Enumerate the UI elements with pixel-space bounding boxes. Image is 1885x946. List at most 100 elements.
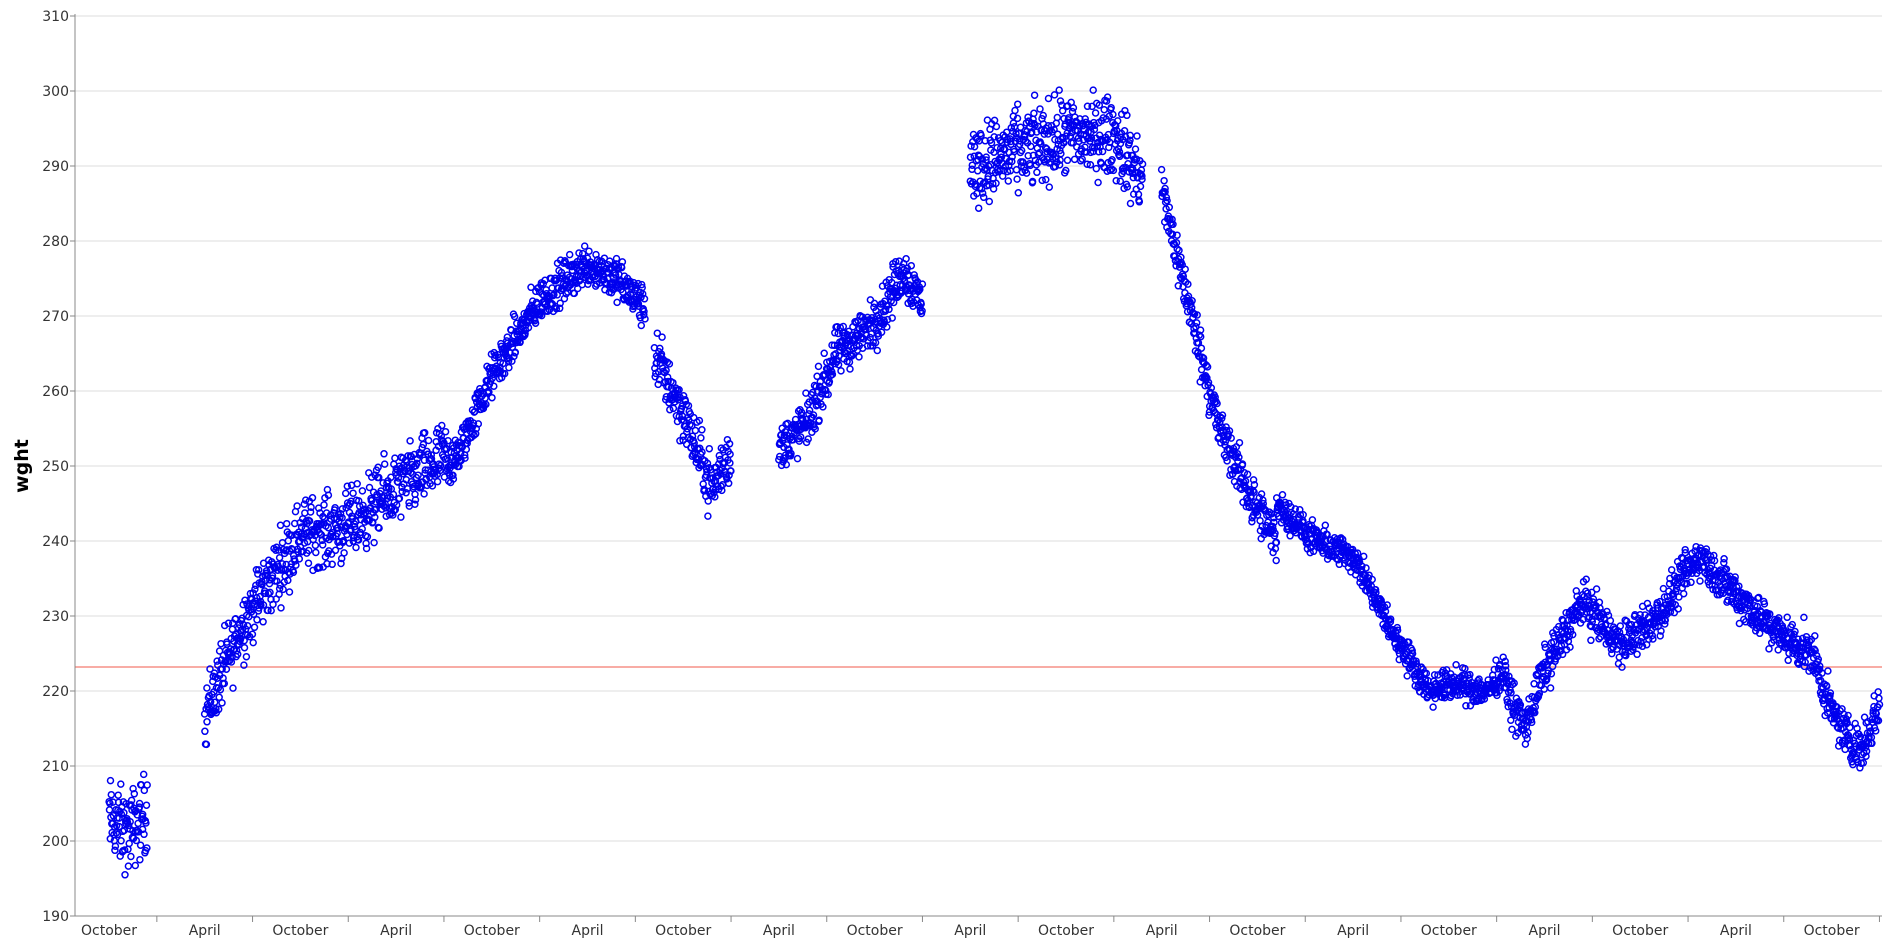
x-tick-label: October: [655, 923, 711, 939]
data-point: [259, 618, 267, 626]
x-tick-label: October: [1421, 923, 1477, 939]
data-point: [1278, 491, 1287, 499]
y-tick-label: 310: [42, 9, 69, 25]
x-tick-label: October: [1229, 923, 1285, 939]
data-point: [1592, 585, 1601, 593]
data-point: [1055, 86, 1063, 94]
data-point: [846, 365, 854, 373]
data-point: [814, 362, 823, 371]
data-point: [142, 801, 151, 809]
data-point: [1131, 145, 1140, 153]
data-point: [114, 791, 122, 799]
data-point: [127, 852, 135, 861]
axis-layer: 190 200 210 220 230 240 250 260 270 280 290 300 310 O…: [42, 9, 1882, 939]
data-point: [503, 333, 512, 341]
data-point: [1126, 199, 1135, 208]
data-point: [121, 871, 129, 879]
data-point: [1546, 684, 1555, 692]
data-point: [1508, 725, 1516, 734]
data-point: [106, 776, 115, 785]
data-point: [340, 549, 348, 557]
data-point: [1116, 177, 1125, 185]
data-point: [420, 490, 428, 498]
x-tick-label: October: [464, 923, 520, 939]
x-tick-label: April: [1720, 923, 1752, 939]
data-point: [658, 333, 666, 341]
data-point: [1720, 555, 1728, 563]
data-point: [1070, 155, 1079, 164]
data-point: [131, 861, 140, 870]
data-point: [136, 855, 144, 864]
data-point: [505, 363, 513, 372]
data-point: [870, 299, 879, 308]
data-point: [229, 684, 237, 692]
data-point: [1272, 556, 1280, 565]
x-tick-label: April: [380, 923, 412, 939]
data-point: [218, 699, 226, 707]
data-point: [1403, 672, 1411, 680]
data-point: [285, 588, 294, 596]
data-point: [1614, 659, 1623, 668]
data-point: [301, 509, 309, 517]
data-point: [985, 197, 994, 206]
x-tick-label: April: [572, 923, 604, 939]
data-point: [1667, 566, 1676, 574]
data-point: [793, 454, 802, 463]
x-tick-label: April: [954, 923, 986, 939]
data-point: [276, 521, 285, 530]
data-point: [250, 623, 259, 632]
data-point: [1321, 521, 1330, 530]
x-tick-label: October: [81, 923, 137, 939]
data-point: [1014, 189, 1023, 197]
data-point: [1011, 106, 1019, 115]
data-point: [293, 502, 301, 510]
x-tick-label: October: [272, 923, 328, 939]
data-point: [1874, 688, 1882, 696]
data-point: [1587, 636, 1595, 645]
x-tick-label: October: [1612, 923, 1668, 939]
x-tick-label: April: [1529, 923, 1561, 939]
data-point: [1157, 165, 1166, 174]
data-point: [1633, 650, 1641, 659]
data-point: [203, 684, 211, 692]
data-point: [565, 250, 574, 259]
data-point: [1089, 86, 1097, 94]
data-point: [1235, 438, 1244, 447]
data-point: [441, 427, 450, 436]
y-tick-label: 260: [42, 384, 69, 400]
data-point: [1033, 168, 1041, 177]
data-point: [1784, 656, 1792, 665]
data-point: [424, 436, 433, 445]
data-point: [242, 652, 251, 661]
data-point: [203, 718, 211, 726]
data-point: [282, 519, 291, 528]
data-point: [107, 790, 116, 799]
data-point: [691, 426, 700, 435]
data-point: [1765, 645, 1773, 653]
data-point: [397, 513, 405, 521]
data-point: [1036, 105, 1044, 113]
x-tick-label: October: [847, 923, 903, 939]
x-tick-label: April: [763, 923, 795, 939]
data-point: [406, 437, 414, 445]
x-tick-label: April: [1146, 923, 1178, 939]
y-tick-label: 230: [42, 609, 69, 625]
y-tick-label: 200: [42, 834, 69, 850]
data-point: [1774, 646, 1782, 654]
y-tick-label: 300: [42, 84, 69, 100]
y-tick-label: 250: [42, 459, 69, 475]
data-point: [249, 638, 257, 647]
data-point: [697, 434, 705, 442]
scatter-chart: 190 200 210 220 230 240 250 260 270 280 290 300 310 O…: [11, 9, 1884, 939]
data-point: [1063, 156, 1072, 165]
y-tick-label: 220: [42, 684, 69, 700]
data-point: [1160, 176, 1168, 185]
data-point: [1133, 132, 1141, 140]
data-point: [637, 321, 646, 330]
data-point: [1013, 100, 1022, 108]
data-point: [1094, 178, 1102, 187]
data-point: [136, 841, 145, 849]
y-tick-label: 280: [42, 234, 69, 250]
x-tick-label: October: [1038, 923, 1094, 939]
data-point: [705, 444, 714, 453]
